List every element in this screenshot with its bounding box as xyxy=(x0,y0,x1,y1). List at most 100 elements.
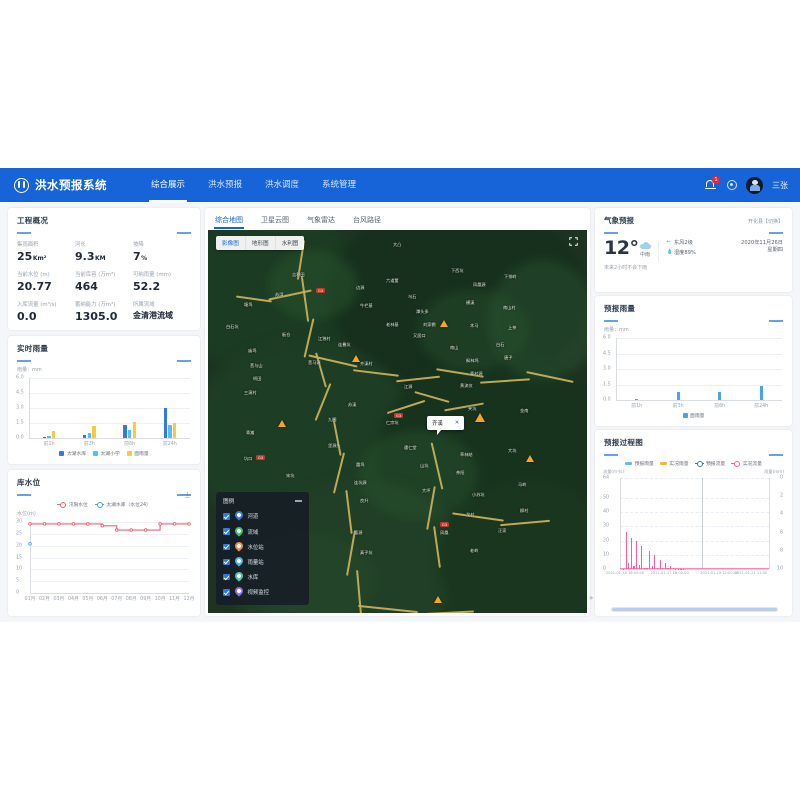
legend-checkbox[interactable] xyxy=(223,589,230,596)
map-tab-weather-radar[interactable]: 气象雷达 xyxy=(307,215,335,229)
y2-axis-tick: 10 xyxy=(777,567,783,572)
map-place-label: 连叠坑 xyxy=(338,342,351,348)
reservoir-level-chart[interactable]: 05101520253001月02月03月04月05月06月07月08月09月1… xyxy=(16,518,192,604)
project-overview-card: 工程概况 集雨面积 25Km² 河长 9.3KM 坡降 7% 当前水位 (m) … xyxy=(8,208,200,330)
bar[interactable] xyxy=(123,425,126,439)
x-axis-tick: 前3h xyxy=(84,440,95,447)
map-place-label: 九围 xyxy=(328,417,336,423)
legend-item[interactable]: 预报雨量 xyxy=(625,460,654,467)
map-popup-title: 齐溪 xyxy=(432,419,443,427)
bar[interactable] xyxy=(760,386,763,400)
bar[interactable] xyxy=(718,392,721,400)
map-legend-item[interactable]: 雨量站 xyxy=(216,554,309,569)
weather-wind: ⇜东风2级 xyxy=(666,239,695,246)
y-axis-tick: 40 xyxy=(603,510,609,515)
stat-label: 坡降 xyxy=(133,240,191,248)
stat-item: 河长 9.3KM xyxy=(75,240,133,263)
stat-label: 当前库容 (万m³) xyxy=(75,270,133,278)
map-place-label: 南山村 xyxy=(503,305,516,311)
stat-item: 蓄纳能力 (万m³) 1305.0 xyxy=(75,300,133,323)
map-tab-satellite-cloud[interactable]: 卫星云图 xyxy=(261,215,289,229)
bar[interactable] xyxy=(47,436,50,438)
legend-item[interactable]: 实况流量 xyxy=(731,460,762,467)
layer-button-hydraulic[interactable]: 水利图 xyxy=(276,236,305,250)
forecast-rainfall-chart[interactable]: 0.01.53.04.56.0前1h前3h前6h前24h xyxy=(603,334,784,410)
header-actions: 1 三张 xyxy=(705,177,788,194)
bar[interactable] xyxy=(128,430,131,439)
legend-item[interactable]: 太湖小学 xyxy=(93,450,120,457)
legend-label: 太湖水库 xyxy=(67,450,86,457)
bar[interactable] xyxy=(164,408,167,438)
bar[interactable] xyxy=(133,422,136,438)
map-legend-item[interactable]: 水库 xyxy=(216,570,309,585)
legend-item[interactable]: 太湖水库（水位24） xyxy=(95,501,151,508)
x-axis xyxy=(616,400,782,401)
map-canvas[interactable]: 大凸吉积田边源六道董下西坑苏湾乌石凤凰源下排岭塘坞牛栏基潭头多横溪南山村白石坑板… xyxy=(208,230,587,613)
nav-item-flood-dispatch[interactable]: 洪水调度 xyxy=(263,168,301,202)
realtime-rainfall-chart[interactable]: 0.01.53.04.56.0前1h前3h前6h前24h xyxy=(16,374,192,448)
y2-axis xyxy=(769,478,770,569)
map-legend-item[interactable]: 河道 xyxy=(216,509,309,524)
gear-icon[interactable] xyxy=(727,180,737,190)
map-place-label: 凤凰源 xyxy=(473,282,486,288)
stat-item: 集雨面积 25Km² xyxy=(17,240,75,263)
bar[interactable] xyxy=(52,431,55,439)
download-icon[interactable] xyxy=(184,491,191,499)
panel-collapse-handle[interactable]: » xyxy=(589,594,593,602)
data-spike xyxy=(631,538,632,569)
stat-value: 20.77 xyxy=(17,280,75,293)
close-icon[interactable]: ✕ xyxy=(455,420,460,426)
map-legend-header: 图例 xyxy=(216,496,309,509)
gridline xyxy=(616,354,782,355)
bar[interactable] xyxy=(677,392,680,400)
layer-button-terrain[interactable]: 地形图 xyxy=(246,236,276,250)
weather-metrics: ⇜东风2级 💧湿度89% xyxy=(666,239,695,258)
forecast-process-chart[interactable]: 01020304050640246810流量(m³/s)雨量(mm)2021-0… xyxy=(603,470,784,582)
map-place-label: 草林结 xyxy=(460,452,473,458)
bar[interactable] xyxy=(88,433,91,439)
legend-checkbox[interactable] xyxy=(223,544,230,551)
map-place-label: 真子坑 xyxy=(360,550,373,556)
nav-item-comprehensive[interactable]: 综合展示 xyxy=(149,168,187,202)
stat-item: 当前水位 (m) 20.77 xyxy=(17,270,75,293)
map-legend-item[interactable]: 视频监控 xyxy=(216,585,309,600)
minimize-icon[interactable] xyxy=(295,500,302,501)
nav-item-flood-forecast[interactable]: 洪水预报 xyxy=(206,168,244,202)
bar[interactable] xyxy=(168,425,171,439)
bar[interactable] xyxy=(43,437,46,439)
weather-temperature: 12° xyxy=(604,239,638,258)
fullscreen-icon[interactable] xyxy=(569,237,578,246)
wind-icon: ⇜ xyxy=(666,240,671,245)
map-legend-item[interactable]: 流域 xyxy=(216,524,309,539)
legend-checkbox[interactable] xyxy=(223,513,230,520)
reservoir-level-card: 库水位 汛限水位太湖水库（水位24） 水位(m) 05101520253001月… xyxy=(8,470,200,616)
weather-location[interactable]: 开化县【切换】 xyxy=(748,216,783,225)
notification-button[interactable]: 1 xyxy=(705,178,718,192)
nav-item-system-management[interactable]: 系统管理 xyxy=(320,168,358,202)
map-place-label: 南山 xyxy=(450,345,458,351)
legend-checkbox[interactable] xyxy=(223,559,230,566)
legend-label: 实况流量 xyxy=(743,460,762,467)
process-chart-scrollbar[interactable] xyxy=(611,607,778,612)
legend-checkbox[interactable] xyxy=(223,574,230,581)
legend-item[interactable]: 汛限水位 xyxy=(57,501,88,508)
bar[interactable] xyxy=(83,435,86,439)
legend-label: 汛限水位 xyxy=(69,501,88,508)
legend-item[interactable]: 面雨量 xyxy=(683,412,705,419)
bar[interactable] xyxy=(92,426,95,439)
legend-checkbox[interactable] xyxy=(223,528,230,535)
map-tab-typhoon-path[interactable]: 台风路径 xyxy=(353,215,381,229)
legend-item[interactable]: 太湖水库 xyxy=(59,450,86,457)
legend-item[interactable]: 预报流量 xyxy=(695,460,726,467)
map-tab-comprehensive[interactable]: 综合地图 xyxy=(215,215,243,229)
map-popup[interactable]: 齐溪 ✕ xyxy=(427,416,464,430)
y2-axis-tick: 6 xyxy=(780,530,783,535)
legend-swatch xyxy=(59,451,64,456)
legend-item[interactable]: 实况雨量 xyxy=(660,460,689,467)
bar[interactable] xyxy=(173,423,176,439)
map-legend-item[interactable]: 水位站 xyxy=(216,539,309,554)
legend-item[interactable]: 面雨量 xyxy=(127,450,149,457)
avatar[interactable] xyxy=(746,177,763,194)
layer-button-image[interactable]: 影像图 xyxy=(216,236,246,250)
bar[interactable] xyxy=(635,399,638,400)
